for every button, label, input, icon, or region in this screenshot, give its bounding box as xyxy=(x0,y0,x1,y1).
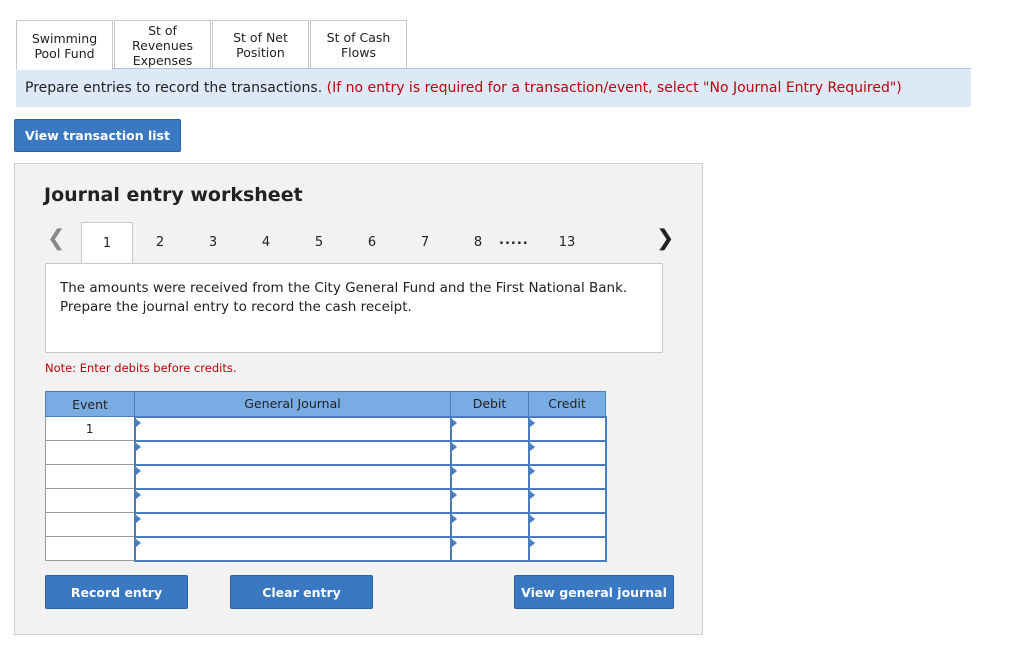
page-8[interactable]: 8 xyxy=(452,222,504,262)
debit-input[interactable] xyxy=(449,463,530,490)
account-select[interactable] xyxy=(133,535,452,562)
view-transaction-list-button[interactable]: View transaction list xyxy=(14,119,181,152)
chevron-left-icon[interactable]: ❮ xyxy=(47,228,65,250)
table-row: 1 xyxy=(45,415,607,442)
table-row xyxy=(45,439,607,466)
event-cell xyxy=(45,440,135,465)
debit-input[interactable] xyxy=(449,415,530,442)
page-3[interactable]: 3 xyxy=(187,222,239,262)
debit-input[interactable] xyxy=(449,487,530,514)
worksheet-title: Journal entry worksheet xyxy=(44,184,303,206)
page-ellipsis: ..... xyxy=(499,233,529,248)
header-debit: Debit xyxy=(450,391,529,417)
page-2[interactable]: 2 xyxy=(134,222,186,262)
clear-entry-button[interactable]: Clear entry xyxy=(230,575,373,609)
header-event: Event xyxy=(45,391,135,417)
credit-input[interactable] xyxy=(527,535,607,562)
debits-credits-note: Note: Enter debits before credits. xyxy=(45,361,237,375)
page-1[interactable]: 1 xyxy=(81,222,133,263)
instruction-bar: Prepare entries to record the transactio… xyxy=(16,68,971,107)
header-credit: Credit xyxy=(528,391,606,417)
page-7[interactable]: 7 xyxy=(399,222,451,262)
view-general-journal-button[interactable]: View general journal xyxy=(514,575,674,609)
table-row xyxy=(45,535,607,562)
table-header-row: Event General Journal Debit Credit xyxy=(45,391,606,417)
event-cell xyxy=(45,512,135,537)
chevron-right-icon[interactable]: ❯ xyxy=(656,228,674,250)
credit-input[interactable] xyxy=(527,463,607,490)
page-4[interactable]: 4 xyxy=(240,222,292,262)
event-cell: 1 xyxy=(45,416,135,441)
statement-tabs: Swimming Pool Fund St of Revenues Expens… xyxy=(16,20,408,70)
credit-input[interactable] xyxy=(527,487,607,514)
credit-input[interactable] xyxy=(527,415,607,442)
event-cell xyxy=(45,488,135,513)
tab-st-of-net-position[interactable]: St of Net Position xyxy=(212,20,309,69)
debit-input[interactable] xyxy=(449,535,530,562)
entry-pager: ❮ 1 2 3 4 5 6 7 8 ..... 13 ❯ xyxy=(15,222,702,263)
instruction-note: (If no entry is required for a transacti… xyxy=(326,80,902,96)
credit-input[interactable] xyxy=(527,511,607,538)
transaction-description: The amounts were received from the City … xyxy=(45,263,663,353)
page-5[interactable]: 5 xyxy=(293,222,345,262)
account-select[interactable] xyxy=(133,511,452,538)
instruction-text: Prepare entries to record the transactio… xyxy=(25,80,323,96)
record-entry-button[interactable]: Record entry xyxy=(45,575,188,609)
tab-swimming-pool-fund[interactable]: Swimming Pool Fund xyxy=(16,20,113,70)
header-general-journal: General Journal xyxy=(134,391,451,417)
journal-table: Event General Journal Debit Credit 1 xyxy=(45,391,607,562)
credit-input[interactable] xyxy=(527,439,607,466)
event-cell xyxy=(45,536,135,561)
table-row xyxy=(45,511,607,538)
journal-entry-worksheet: Journal entry worksheet ❮ 1 2 3 4 5 6 7 … xyxy=(14,163,703,635)
tab-st-of-revenues-expenses[interactable]: St of Revenues Expenses xyxy=(114,20,211,69)
account-select[interactable] xyxy=(133,439,452,466)
debit-input[interactable] xyxy=(449,511,530,538)
page-6[interactable]: 6 xyxy=(346,222,398,262)
event-cell xyxy=(45,464,135,489)
account-select[interactable] xyxy=(133,463,452,490)
table-row xyxy=(45,487,607,514)
page-13[interactable]: 13 xyxy=(541,222,593,262)
table-row xyxy=(45,463,607,490)
tab-st-of-cash-flows[interactable]: St of Cash Flows xyxy=(310,20,407,69)
debit-input[interactable] xyxy=(449,439,530,466)
account-select[interactable] xyxy=(133,487,452,514)
account-select[interactable] xyxy=(133,415,452,442)
